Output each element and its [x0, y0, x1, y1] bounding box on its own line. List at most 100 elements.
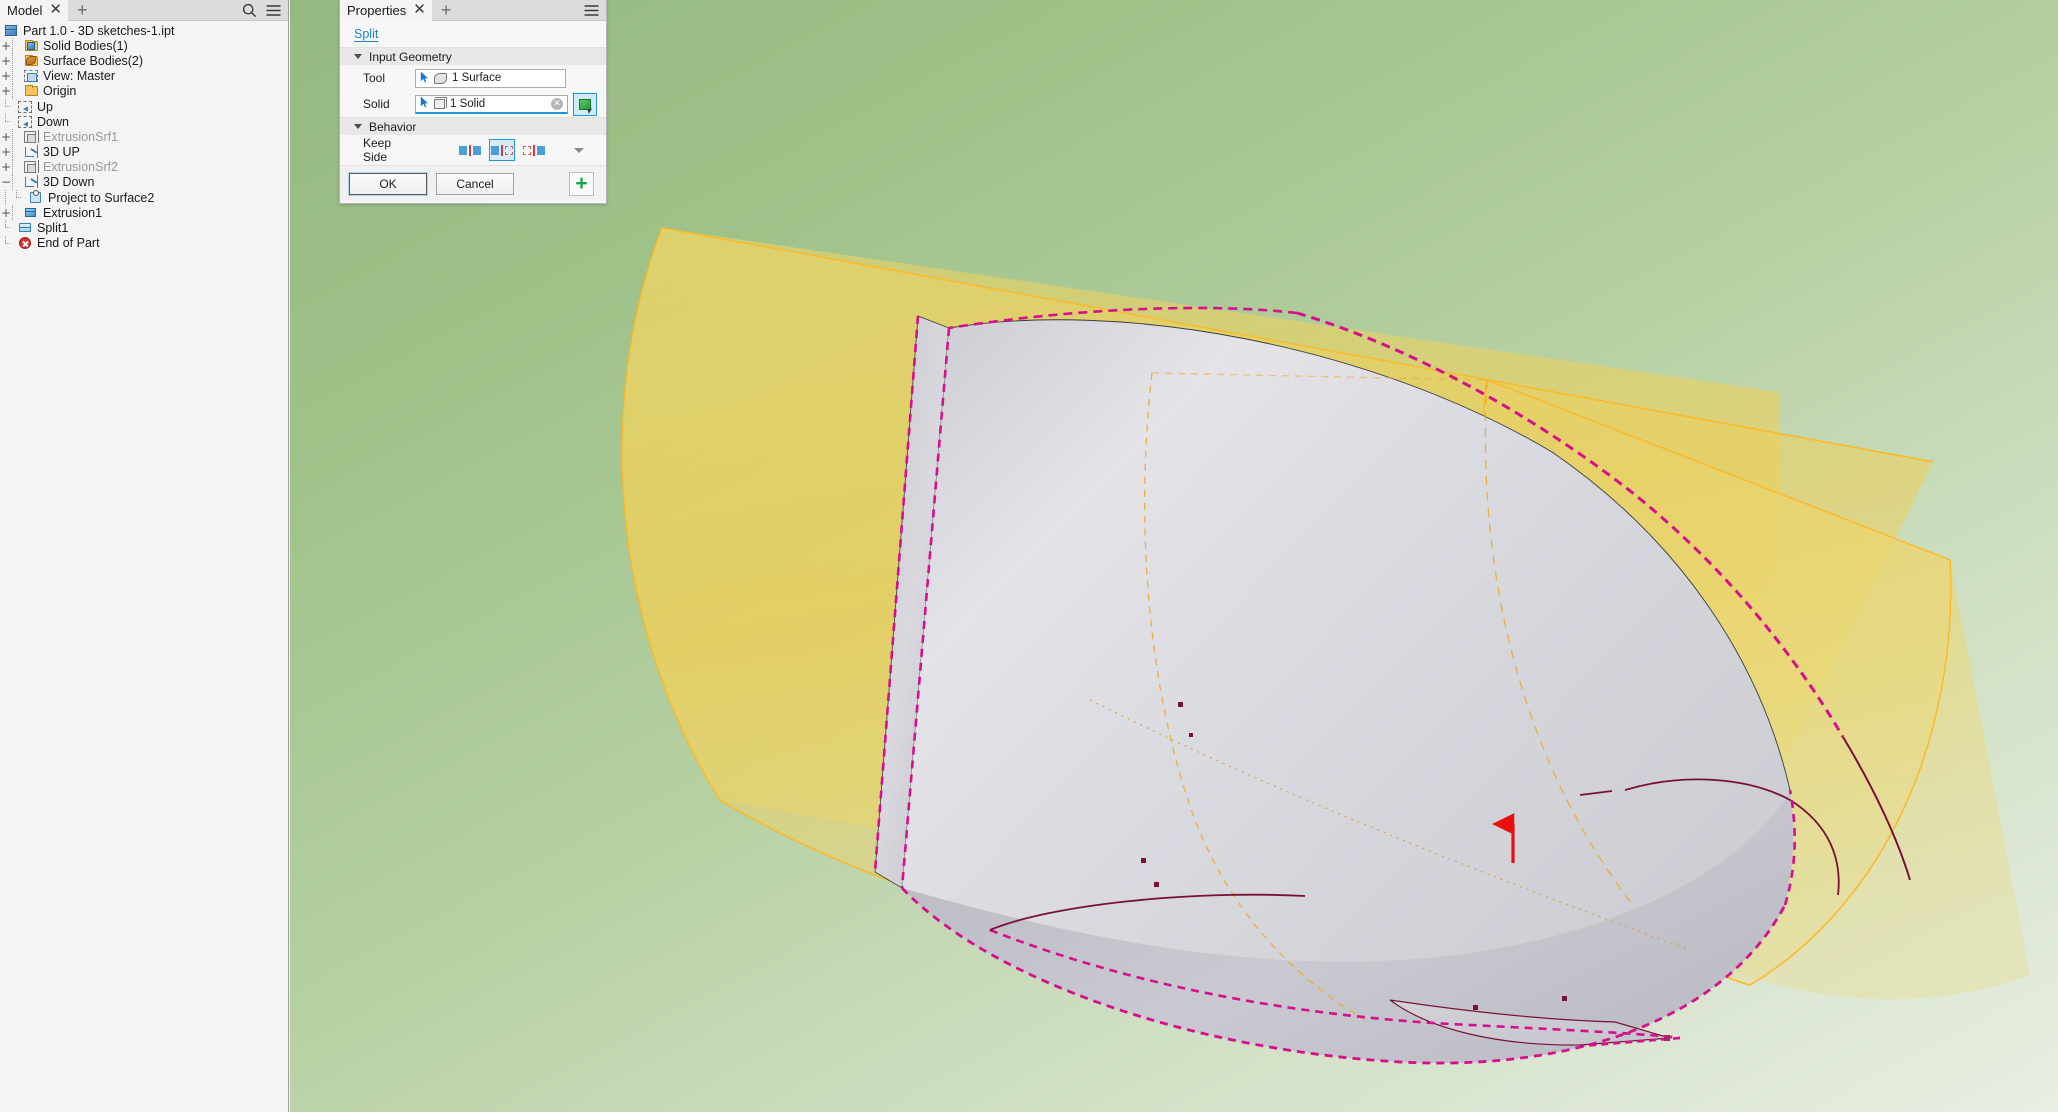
tree-expander[interactable]: − — [0, 176, 12, 188]
command-breadcrumb: Split — [340, 21, 606, 47]
tree-connector — [0, 235, 11, 251]
tree-expander[interactable]: + — [0, 40, 12, 52]
plus-icon[interactable]: + — [569, 171, 594, 196]
tree-item-label: Down — [37, 114, 69, 129]
surface-bodies-folder-icon — [23, 54, 40, 68]
sketch-icon — [17, 100, 34, 114]
tool-value: 1 Surface — [452, 72, 502, 84]
solid-label: Solid — [363, 97, 390, 111]
tree-item-label: Extrusion1 — [43, 205, 103, 220]
properties-dialog[interactable]: Properties ✕ + Split Input Geometry Tool — [339, 0, 607, 204]
tree-connector — [11, 190, 22, 205]
keep-side-option-right[interactable] — [521, 139, 547, 161]
end-of-part-icon — [17, 236, 34, 250]
tab-model[interactable]: Model ✕ — [0, 0, 68, 21]
project-to-surface-icon — [28, 189, 45, 205]
part-icon — [3, 24, 20, 38]
dialog-button-row: OK Cancel + — [340, 165, 606, 201]
plus-icon[interactable]: + — [432, 1, 461, 19]
section-header-input-geometry[interactable]: Input Geometry — [340, 47, 606, 65]
ok-button[interactable]: OK — [348, 171, 428, 196]
select-solid-icon[interactable] — [573, 92, 597, 116]
tree-item-label: Project to Surface2 — [48, 190, 155, 205]
tree-item-label: 3D Down — [43, 175, 95, 190]
tree-item[interactable]: − 3D Down — [0, 174, 288, 191]
solid-bodies-folder-icon — [23, 39, 40, 53]
tree-item-label: ExtrusionSrf2 — [43, 160, 119, 175]
tree-item[interactable]: Project to Surface2 — [0, 189, 288, 206]
tree-item[interactable]: + ExtrusionSrf2 — [0, 159, 288, 175]
hamburger-menu-icon[interactable] — [266, 4, 281, 17]
tree-item-label: Origin — [43, 84, 77, 99]
3d-sketch-icon — [23, 145, 40, 159]
tree-item-label: Solid Bodies(1) — [43, 38, 128, 53]
solid-selection-field[interactable]: 1 Solid ✕ — [415, 94, 568, 114]
tree-item[interactable]: + ExtrusionSrf1 — [0, 129, 288, 145]
tree-item[interactable]: +3D UP — [0, 144, 288, 160]
extrusion-surface-icon — [23, 160, 40, 174]
keep-side-label: Keep Side — [363, 136, 392, 164]
model-tree[interactable]: Part 1.0 - 3D sketches-1.ipt + Solid Bodie… — [0, 21, 288, 251]
select-arrow-icon — [420, 96, 429, 111]
close-icon[interactable]: ✕ — [49, 2, 62, 17]
tree-connector — [0, 98, 11, 114]
tree-item[interactable]: Split1 — [0, 220, 288, 235]
3d-sketch-icon — [23, 175, 40, 189]
plus-icon[interactable]: + — [68, 1, 97, 19]
tree-expander[interactable]: + — [0, 207, 12, 219]
caret-down-icon — [354, 54, 362, 59]
tree-item[interactable]: + View: Master — [0, 68, 288, 84]
tree-expander[interactable]: + — [0, 146, 12, 158]
keep-side-option-left[interactable] — [489, 139, 515, 161]
tree-item[interactable]: Part 1.0 - 3D sketches-1.ipt — [0, 23, 288, 38]
command-link-split[interactable]: Split — [354, 27, 386, 41]
keep-side-option-both[interactable] — [457, 139, 483, 161]
hamburger-menu-icon[interactable] — [584, 4, 599, 17]
tree-item-label: End of Part — [37, 236, 100, 251]
solid-value: 1 Solid — [450, 97, 486, 110]
tab-properties-label: Properties — [347, 2, 407, 18]
tree-item[interactable]: Down — [0, 114, 288, 129]
section-title-input-geometry: Input Geometry — [369, 49, 452, 64]
row-solid: Solid 1 Solid ✕ — [340, 91, 606, 117]
sketch-icon — [17, 115, 34, 129]
tool-label: Tool — [363, 71, 386, 85]
clear-selection-icon[interactable]: ✕ — [551, 97, 563, 110]
tree-item-label: Part 1.0 - 3D sketches-1.ipt — [23, 23, 175, 38]
tree-item[interactable]: + Surface Bodies(2) — [0, 53, 288, 69]
tree-expander[interactable]: + — [0, 55, 12, 67]
tree-item-label: 3D UP — [43, 145, 80, 160]
close-icon[interactable]: ✕ — [413, 2, 426, 17]
tree-item[interactable]: Up — [0, 98, 288, 114]
tab-properties[interactable]: Properties ✕ — [340, 0, 432, 21]
tree-item-label: ExtrusionSrf1 — [43, 129, 119, 144]
tab-model-label: Model — [7, 2, 43, 18]
tree-connector — [0, 114, 11, 129]
row-tool: Tool 1 Surface — [340, 65, 606, 91]
tree-expander[interactable]: + — [0, 85, 12, 97]
select-arrow-icon — [420, 71, 429, 86]
view-master-icon — [23, 69, 40, 83]
search-icon[interactable] — [242, 3, 257, 18]
tree-item-label: View: Master — [43, 69, 116, 84]
properties-tab-bar: Properties ✕ + — [340, 0, 606, 21]
extrusion-icon — [23, 206, 40, 220]
tree-item-label: Up — [37, 99, 53, 114]
tree-item[interactable]: End of Part — [0, 235, 288, 251]
tree-item-label: Split1 — [37, 221, 69, 236]
tree-item-label: Surface Bodies(2) — [43, 53, 144, 68]
caret-down-icon[interactable] — [574, 147, 584, 153]
tree-item[interactable]: + Solid Bodies(1) — [0, 38, 288, 54]
tool-selection-field[interactable]: 1 Surface — [415, 68, 566, 88]
tree-item[interactable]: + Extrusion1 — [0, 205, 288, 221]
split-icon — [17, 221, 34, 235]
caret-down-icon — [354, 124, 362, 129]
row-keep-side: Keep Side — [340, 135, 606, 165]
cancel-button[interactable]: Cancel — [436, 172, 514, 195]
tree-expander[interactable]: + — [0, 131, 12, 143]
tree-expander[interactable]: + — [0, 70, 12, 82]
tree-expander[interactable]: + — [0, 161, 12, 173]
tree-item[interactable]: + Origin — [0, 83, 288, 99]
tree-connector — [0, 220, 11, 235]
section-header-behavior[interactable]: Behavior — [340, 117, 606, 135]
